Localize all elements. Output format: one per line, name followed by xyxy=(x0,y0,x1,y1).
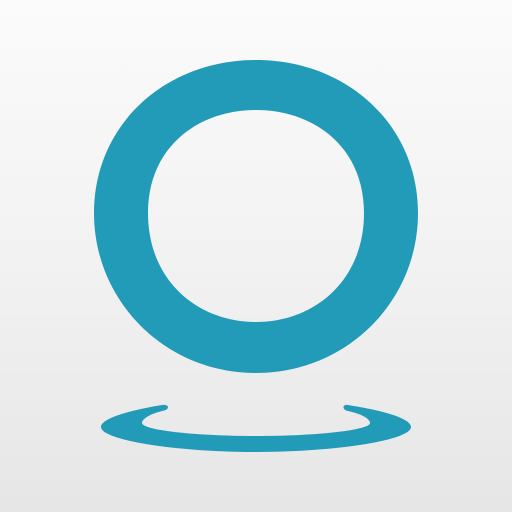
logo-ring xyxy=(94,60,418,373)
app-icon-tile xyxy=(0,0,512,512)
logo-orbit-arc xyxy=(101,404,411,452)
ring-logo-icon xyxy=(94,60,418,452)
